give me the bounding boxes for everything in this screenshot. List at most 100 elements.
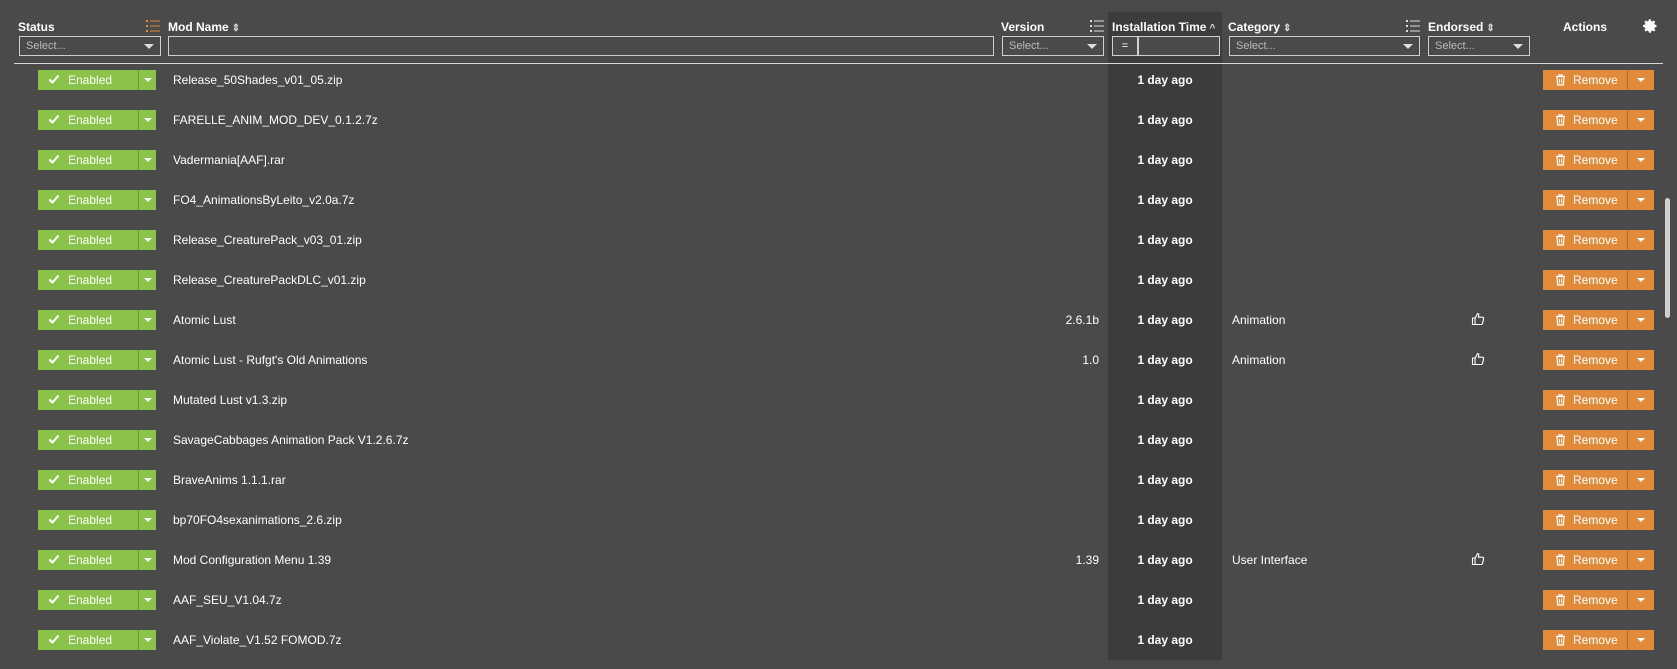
status-dropdown-button[interactable]	[138, 470, 156, 490]
table-row[interactable]: Enabled Mutated Lust v1.3.zip 1 day ago …	[0, 380, 1677, 420]
remove-label: Remove	[1573, 153, 1618, 167]
status-toggle-button[interactable]: Enabled	[38, 390, 138, 410]
status-dropdown-button[interactable]	[138, 310, 156, 330]
version-list-icon[interactable]	[1090, 19, 1104, 33]
remove-button[interactable]: Remove	[1543, 470, 1627, 490]
chevron-down-icon	[1637, 358, 1645, 362]
gear-icon[interactable]	[1642, 18, 1658, 34]
remove-dropdown-button[interactable]	[1627, 350, 1654, 370]
status-toggle-button[interactable]: Enabled	[38, 230, 138, 250]
thumbs-up-icon[interactable]	[1471, 312, 1485, 326]
category-list-icon[interactable]	[1406, 19, 1420, 33]
table-row[interactable]: Enabled Release_CreaturePackDLC_v01.zip …	[0, 260, 1677, 300]
version-column-header[interactable]: Version	[1001, 20, 1044, 34]
remove-dropdown-button[interactable]	[1627, 510, 1654, 530]
status-toggle-button[interactable]: Enabled	[38, 430, 138, 450]
installation-time-column-header[interactable]: Installation Time ^	[1112, 20, 1215, 34]
remove-dropdown-button[interactable]	[1627, 110, 1654, 130]
remove-dropdown-button[interactable]	[1627, 390, 1654, 410]
remove-button[interactable]: Remove	[1543, 270, 1627, 290]
vertical-scrollbar[interactable]	[1665, 198, 1670, 318]
mod-name-filter-input[interactable]	[168, 36, 994, 56]
remove-button[interactable]: Remove	[1543, 230, 1627, 250]
table-row[interactable]: Enabled AAF_Violate_V1.52 FOMOD.7z 1 day…	[0, 620, 1677, 660]
status-dropdown-button[interactable]	[138, 230, 156, 250]
status-toggle-button[interactable]: Enabled	[38, 550, 138, 570]
table-row[interactable]: Enabled Vadermania[AAF].rar 1 day ago Re…	[0, 140, 1677, 180]
category-filter-select[interactable]: Select...	[1229, 36, 1420, 56]
remove-dropdown-button[interactable]	[1627, 630, 1654, 650]
remove-dropdown-button[interactable]	[1627, 430, 1654, 450]
remove-button[interactable]: Remove	[1543, 510, 1627, 530]
remove-dropdown-button[interactable]	[1627, 190, 1654, 210]
status-toggle-button[interactable]: Enabled	[38, 110, 138, 130]
endorsed-column-header[interactable]: Endorsed ⇕	[1428, 20, 1495, 34]
remove-button[interactable]: Remove	[1543, 550, 1627, 570]
version-filter-select[interactable]: Select...	[1002, 36, 1104, 56]
remove-button[interactable]: Remove	[1543, 590, 1627, 610]
status-dropdown-button[interactable]	[138, 390, 156, 410]
remove-dropdown-button[interactable]	[1627, 310, 1654, 330]
status-toggle-button[interactable]: Enabled	[38, 150, 138, 170]
category-column-header[interactable]: Category ⇕	[1228, 20, 1291, 34]
status-toggle-button[interactable]: Enabled	[38, 350, 138, 370]
status-filter-select[interactable]: Select...	[19, 36, 161, 56]
remove-button[interactable]: Remove	[1543, 190, 1627, 210]
remove-dropdown-button[interactable]	[1627, 470, 1654, 490]
endorsed-filter-select[interactable]: Select...	[1428, 36, 1530, 56]
thumbs-up-icon[interactable]	[1471, 552, 1485, 566]
table-row[interactable]: Enabled FO4_AnimationsByLeito_v2.0a.7z 1…	[0, 180, 1677, 220]
remove-button[interactable]: Remove	[1543, 350, 1627, 370]
thumbs-up-icon[interactable]	[1471, 352, 1485, 366]
table-row[interactable]: Enabled BraveAnims 1.1.1.rar 1 day ago R…	[0, 460, 1677, 500]
mod-name: Release_50Shades_v01_05.zip	[173, 73, 343, 87]
remove-button[interactable]: Remove	[1543, 150, 1627, 170]
table-row[interactable]: Enabled AAF_SEU_V1.04.7z 1 day ago Remov…	[0, 580, 1677, 620]
status-list-icon[interactable]	[146, 19, 160, 33]
status-column-header[interactable]: Status	[18, 20, 55, 34]
status-toggle-button[interactable]: Enabled	[38, 470, 138, 490]
table-row[interactable]: Enabled FARELLE_ANIM_MOD_DEV_0.1.2.7z 1 …	[0, 100, 1677, 140]
status-dropdown-button[interactable]	[138, 550, 156, 570]
remove-button[interactable]: Remove	[1543, 310, 1627, 330]
remove-button[interactable]: Remove	[1543, 430, 1627, 450]
remove-dropdown-button[interactable]	[1627, 590, 1654, 610]
table-row[interactable]: Enabled Atomic Lust 2.6.1b 1 day ago Ani…	[0, 300, 1677, 340]
trash-icon	[1556, 634, 1565, 646]
status-toggle-button[interactable]: Enabled	[38, 190, 138, 210]
status-dropdown-button[interactable]	[138, 430, 156, 450]
status-dropdown-button[interactable]	[138, 590, 156, 610]
status-dropdown-button[interactable]	[138, 350, 156, 370]
table-row[interactable]: Enabled bp70FO4sexanimations_2.6.zip 1 d…	[0, 500, 1677, 540]
status-toggle-button[interactable]: Enabled	[38, 590, 138, 610]
table-row[interactable]: Enabled Release_CreaturePack_v03_01.zip …	[0, 220, 1677, 260]
status-dropdown-button[interactable]	[138, 110, 156, 130]
status-dropdown-button[interactable]	[138, 190, 156, 210]
status-dropdown-button[interactable]	[138, 510, 156, 530]
mod-name-column-header[interactable]: Mod Name ⇕	[168, 20, 240, 34]
status-dropdown-button[interactable]	[138, 150, 156, 170]
remove-dropdown-button[interactable]	[1627, 70, 1654, 90]
status-toggle-button[interactable]: Enabled	[38, 510, 138, 530]
remove-dropdown-button[interactable]	[1627, 550, 1654, 570]
remove-button[interactable]: Remove	[1543, 630, 1627, 650]
remove-button[interactable]: Remove	[1543, 390, 1627, 410]
remove-dropdown-button[interactable]	[1627, 270, 1654, 290]
remove-dropdown-button[interactable]	[1627, 230, 1654, 250]
table-row[interactable]: Enabled Release_50Shades_v01_05.zip 1 da…	[0, 60, 1677, 100]
install-time-operator-select[interactable]: =	[1112, 36, 1138, 56]
status-toggle-button[interactable]: Enabled	[38, 270, 138, 290]
status-dropdown-button[interactable]	[138, 630, 156, 650]
remove-button[interactable]: Remove	[1543, 110, 1627, 130]
status-toggle-button[interactable]: Enabled	[38, 630, 138, 650]
install-time-filter-input[interactable]	[1138, 36, 1220, 56]
remove-button[interactable]: Remove	[1543, 70, 1627, 90]
table-row[interactable]: Enabled SavageCabbages Animation Pack V1…	[0, 420, 1677, 460]
status-toggle-button[interactable]: Enabled	[38, 310, 138, 330]
remove-dropdown-button[interactable]	[1627, 150, 1654, 170]
table-row[interactable]: Enabled Atomic Lust - Rufgt's Old Animat…	[0, 340, 1677, 380]
status-dropdown-button[interactable]	[138, 70, 156, 90]
status-toggle-button[interactable]: Enabled	[38, 70, 138, 90]
status-dropdown-button[interactable]	[138, 270, 156, 290]
table-row[interactable]: Enabled Mod Configuration Menu 1.39 1.39…	[0, 540, 1677, 580]
